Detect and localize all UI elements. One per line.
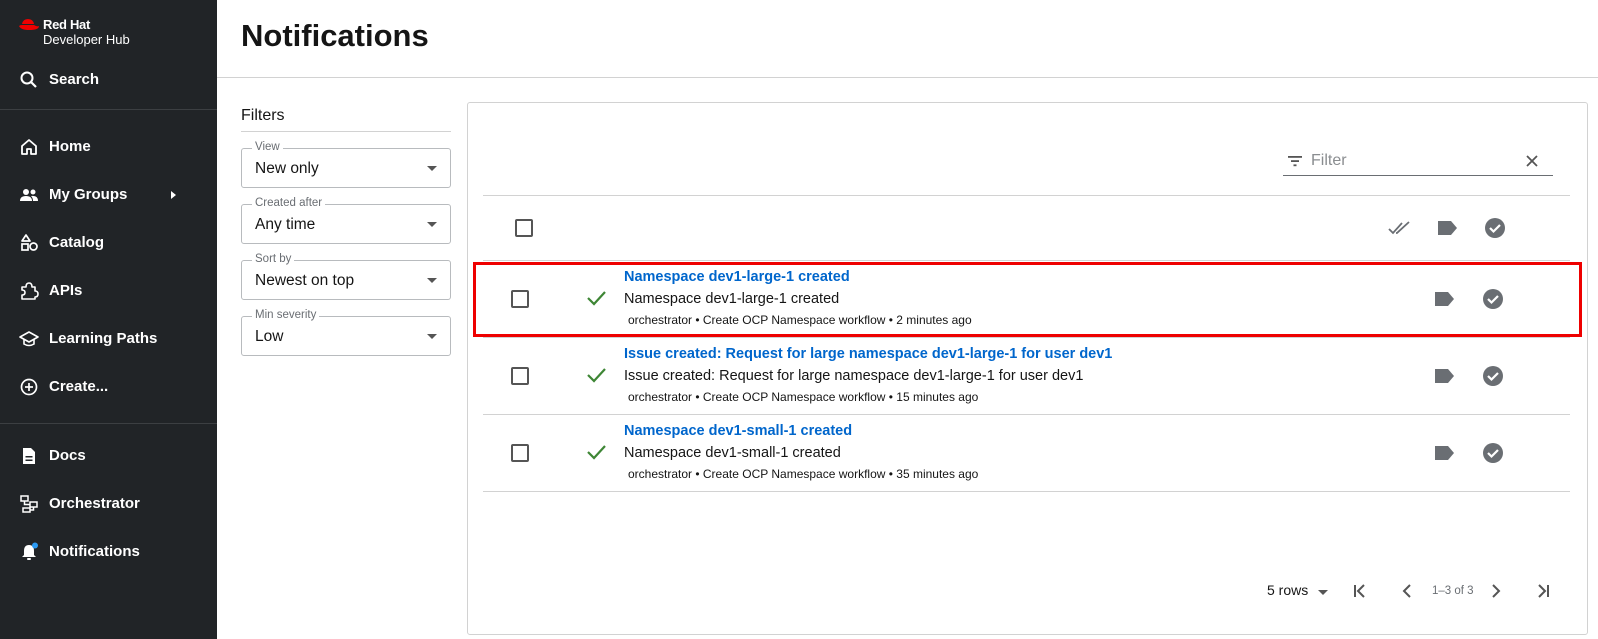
mark-all-read-icon[interactable] <box>1387 216 1411 240</box>
mark-read-icon[interactable] <box>1481 364 1505 388</box>
label-icon[interactable] <box>1432 364 1456 388</box>
search-icon <box>20 71 37 88</box>
nav-docs[interactable]: Docs <box>0 436 217 476</box>
page-title: Notifications <box>241 18 429 53</box>
filter-input[interactable] <box>1311 150 1511 172</box>
caret-down-icon <box>427 278 437 283</box>
table-divider <box>483 260 1570 261</box>
first-page-icon[interactable] <box>1349 580 1371 602</box>
nav-catalog-label: Catalog <box>49 234 105 251</box>
check-circle-icon[interactable] <box>1483 216 1507 240</box>
caret-down-icon <box>427 166 437 171</box>
chevron-right-icon[interactable] <box>167 188 179 202</box>
label-icon[interactable] <box>1435 216 1459 240</box>
nav-apis-label: APIs <box>49 282 83 299</box>
filters-title: Filters <box>241 107 285 124</box>
created-after-label: Created after <box>252 197 326 209</box>
success-check-icon <box>587 445 606 460</box>
label-icon[interactable] <box>1432 441 1456 465</box>
row-checkbox[interactable] <box>511 444 529 462</box>
table-divider <box>483 414 1570 415</box>
caret-down-icon[interactable] <box>1318 590 1328 595</box>
nav-search-label: Search <box>49 71 100 88</box>
view-select[interactable]: View New only <box>241 141 451 188</box>
notification-description: Namespace dev1-large-1 created <box>624 291 840 307</box>
nav-notifications-label: Notifications <box>49 543 140 560</box>
nav-divider <box>0 423 217 424</box>
success-check-icon <box>587 368 606 383</box>
school-icon <box>19 331 39 347</box>
created-after-value: Any time <box>255 216 316 233</box>
notification-meta: orchestrator • Create OCP Namespace work… <box>628 390 979 404</box>
sort-by-select[interactable]: Sort by Newest on top <box>241 253 451 300</box>
mark-read-icon[interactable] <box>1481 441 1505 465</box>
row-checkbox[interactable] <box>511 290 529 308</box>
nav-learning-paths[interactable]: Learning Paths <box>0 319 217 359</box>
red-hat-logo[interactable]: Red Hat Developer Hub <box>18 17 138 47</box>
nav-apis[interactable]: APIs <box>0 271 217 311</box>
view-select-value: New only <box>255 160 319 177</box>
notification-title-link[interactable]: Namespace dev1-small-1 created <box>624 423 852 439</box>
nav-orchestrator[interactable]: Orchestrator <box>0 484 217 524</box>
previous-page-icon[interactable] <box>1396 580 1418 602</box>
nav-search[interactable]: Search <box>0 60 217 100</box>
bell-icon <box>22 542 38 560</box>
success-check-icon <box>587 291 606 306</box>
workflow-icon <box>20 495 38 513</box>
filters-divider <box>241 131 451 132</box>
red-hat-icon <box>19 19 39 30</box>
nav-notifications[interactable]: Notifications <box>0 532 217 572</box>
brand-line2: Developer Hub <box>43 32 130 47</box>
close-icon[interactable] <box>1523 152 1541 170</box>
home-icon <box>21 139 37 155</box>
sidebar: Red Hat Developer Hub Search Home My Gro… <box>0 0 217 639</box>
select-all-checkbox[interactable] <box>515 219 533 237</box>
table-divider <box>483 337 1570 338</box>
view-select-label: View <box>252 141 283 153</box>
nav-create-label: Create... <box>49 378 109 395</box>
label-icon[interactable] <box>1432 287 1456 311</box>
rows-per-page-select[interactable]: 5 rows <box>1267 582 1308 598</box>
table-divider <box>483 491 1570 492</box>
sort-by-label: Sort by <box>252 253 295 265</box>
filter-search <box>1283 146 1553 176</box>
puzzle-icon <box>21 282 39 300</box>
next-page-icon[interactable] <box>1485 580 1507 602</box>
nav-home-label: Home <box>49 138 91 155</box>
notification-title-link[interactable]: Issue created: Request for large namespa… <box>624 346 1112 362</box>
min-severity-label: Min severity <box>252 309 320 321</box>
add-circle-icon <box>20 378 38 396</box>
created-after-select[interactable]: Created after Any time <box>241 197 451 244</box>
last-page-icon[interactable] <box>1532 580 1554 602</box>
nav-divider <box>0 109 217 110</box>
notification-meta: orchestrator • Create OCP Namespace work… <box>628 467 979 481</box>
table-divider <box>483 195 1570 196</box>
document-icon <box>23 448 35 464</box>
min-severity-value: Low <box>255 328 284 345</box>
nav-home[interactable]: Home <box>0 127 217 167</box>
page-header: Notifications <box>217 0 1598 78</box>
pagination-range: 1–3 of 3 <box>1432 585 1474 597</box>
notification-title-link[interactable]: Namespace dev1-large-1 created <box>624 269 850 285</box>
row-checkbox[interactable] <box>511 367 529 385</box>
notification-description: Issue created: Request for large namespa… <box>624 368 1084 384</box>
notification-meta: orchestrator • Create OCP Namespace work… <box>628 313 972 327</box>
nav-my-groups-label: My Groups <box>49 186 128 203</box>
brand-line1: Red Hat <box>43 17 91 32</box>
caret-down-icon <box>427 334 437 339</box>
mark-read-icon[interactable] <box>1481 287 1505 311</box>
nav-learning-paths-label: Learning Paths <box>49 330 158 347</box>
nav-docs-label: Docs <box>49 447 86 464</box>
caret-down-icon <box>427 222 437 227</box>
sort-by-value: Newest on top <box>255 272 355 289</box>
nav-create[interactable]: Create... <box>0 367 217 407</box>
group-icon <box>20 189 38 201</box>
nav-catalog[interactable]: Catalog <box>0 223 217 263</box>
catalog-icon <box>21 234 38 251</box>
notification-description: Namespace dev1-small-1 created <box>624 445 841 461</box>
filter-icon <box>1288 156 1302 167</box>
nav-my-groups[interactable]: My Groups <box>0 175 217 215</box>
min-severity-select[interactable]: Min severity Low <box>241 309 451 356</box>
nav-orchestrator-label: Orchestrator <box>49 495 140 512</box>
